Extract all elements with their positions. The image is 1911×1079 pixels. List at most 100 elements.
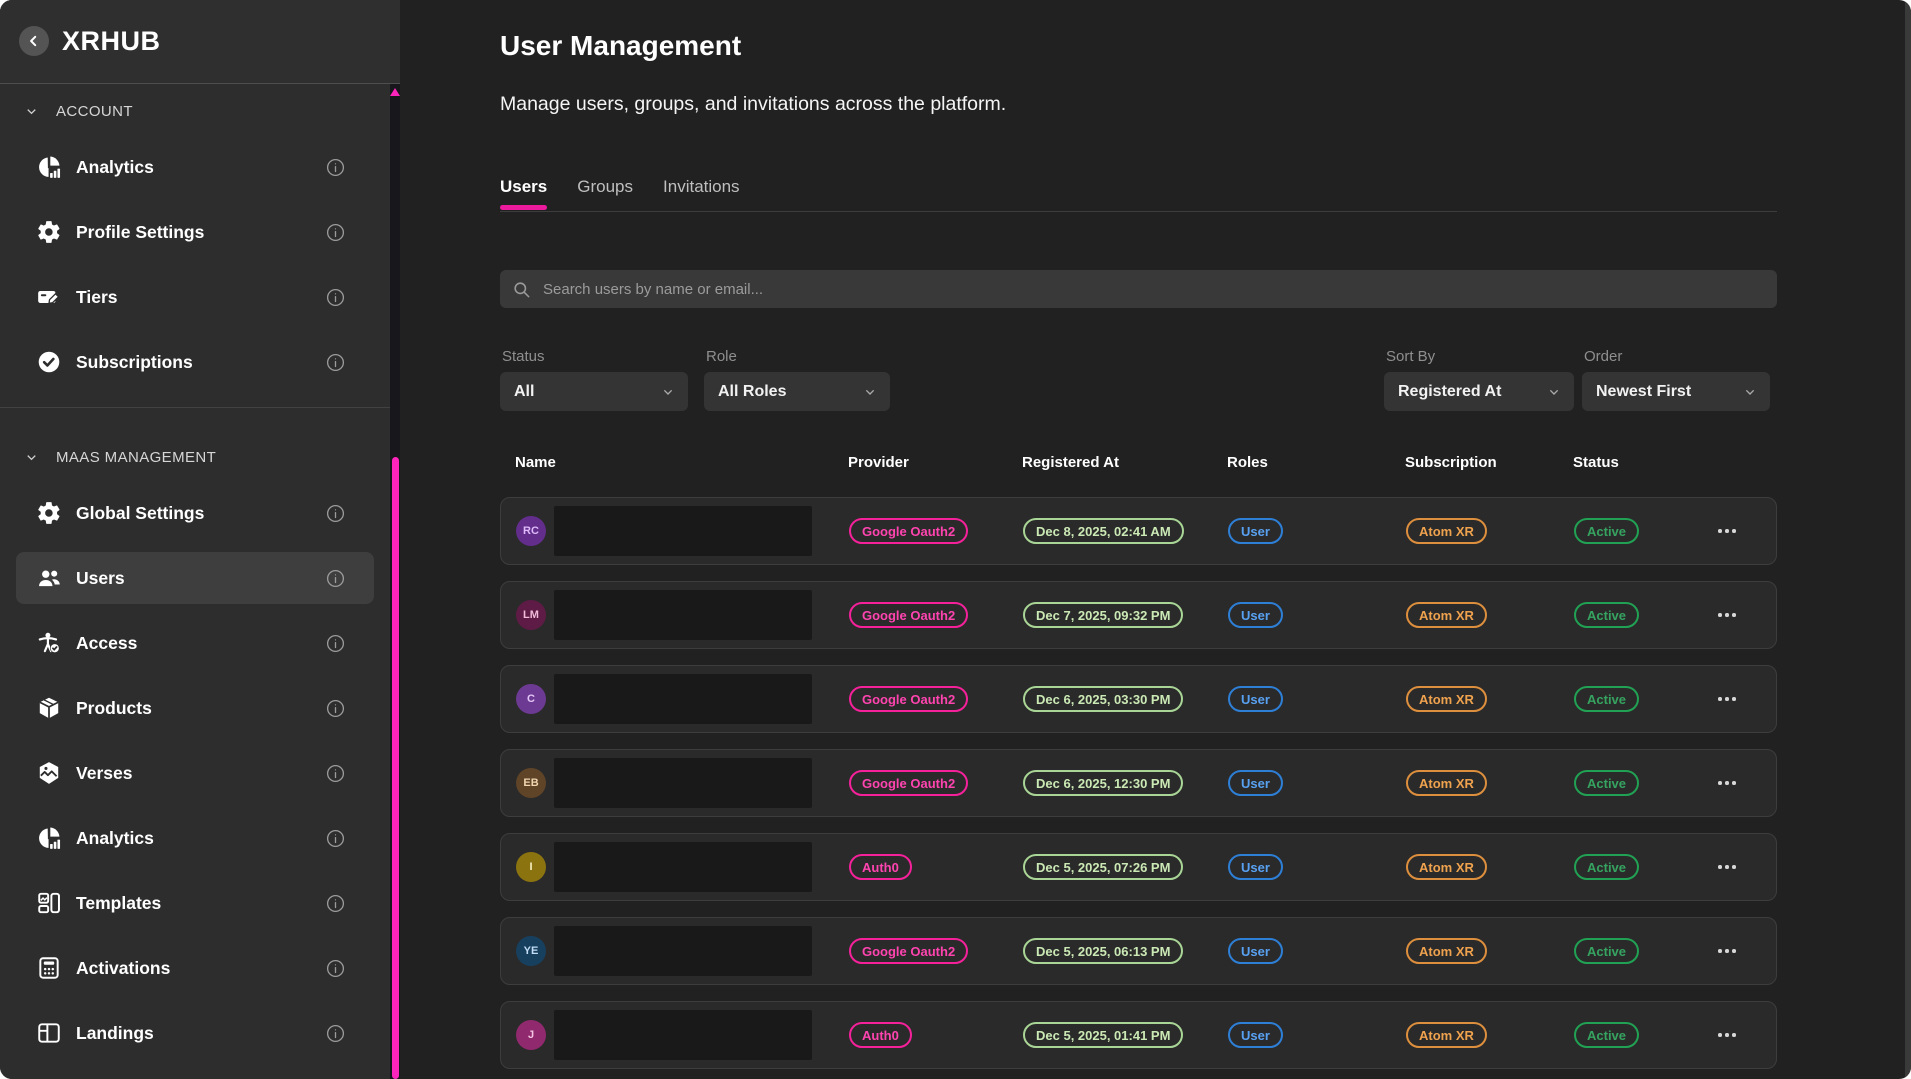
subscription-badge: Atom XR xyxy=(1406,938,1487,964)
chevron-left-icon xyxy=(24,31,44,51)
redacted-name xyxy=(554,590,812,640)
sidebar-nav: ACCOUNT Analytics Profile Settings Tiers… xyxy=(0,85,390,1079)
sidebar-item-access[interactable]: Access xyxy=(16,617,374,669)
main-content: User Management Manage users, groups, an… xyxy=(400,0,1911,1079)
info-icon[interactable] xyxy=(325,893,346,914)
sidebar-header: XRHUB xyxy=(0,0,400,84)
info-icon[interactable] xyxy=(325,763,346,784)
redacted-name xyxy=(554,758,812,808)
avatar: YE xyxy=(516,936,546,966)
column-header: Registered At xyxy=(1022,454,1227,471)
row-actions-button[interactable] xyxy=(1718,1033,1746,1037)
row-actions-button[interactable] xyxy=(1718,697,1746,701)
avatar: I xyxy=(516,852,546,882)
sidebar-item-profile-settings[interactable]: Profile Settings xyxy=(16,206,374,258)
name-cell: EB xyxy=(516,758,849,808)
box-icon xyxy=(36,695,62,721)
sidebar-item-label: Global Settings xyxy=(76,503,204,524)
templates-icon xyxy=(36,890,62,916)
order-value: Newest First xyxy=(1596,383,1691,401)
info-icon[interactable] xyxy=(325,503,346,524)
role-filter-dropdown[interactable]: All Roles xyxy=(704,372,890,411)
page-title: User Management xyxy=(500,30,741,62)
registered-at-badge: Dec 5, 2025, 01:41 PM xyxy=(1023,1022,1183,1048)
row-actions-button[interactable] xyxy=(1718,529,1746,533)
name-cell: YE xyxy=(516,926,849,976)
redacted-name xyxy=(554,674,812,724)
status-badge: Active xyxy=(1574,686,1639,712)
sidebar-item-label: Analytics xyxy=(76,828,154,849)
info-icon[interactable] xyxy=(325,633,346,654)
sidebar-section-label: ACCOUNT xyxy=(56,103,133,120)
sidebar-section-header[interactable]: MAAS MANAGEMENT xyxy=(24,449,390,466)
tab-groups[interactable]: Groups xyxy=(577,176,633,210)
status-badge: Active xyxy=(1574,854,1639,880)
column-header: Status xyxy=(1573,454,1717,471)
sidebar-item-verses[interactable]: Verses xyxy=(16,747,374,799)
card-icon xyxy=(36,284,62,310)
registered-at-badge: Dec 7, 2025, 09:32 PM xyxy=(1023,602,1183,628)
back-button[interactable] xyxy=(19,26,49,56)
sidebar-item-analytics[interactable]: Analytics xyxy=(16,812,374,864)
sidebar-item-label: Activations xyxy=(76,958,170,979)
status-filter-dropdown[interactable]: All xyxy=(500,372,688,411)
table-row[interactable]: YE Google Oauth2 Dec 5, 2025, 06:13 PM U… xyxy=(500,917,1777,985)
sort-by-value: Registered At xyxy=(1398,383,1501,401)
role-filter-label: Role xyxy=(706,348,737,365)
info-icon[interactable] xyxy=(325,698,346,719)
search-input[interactable] xyxy=(541,280,1765,299)
info-icon[interactable] xyxy=(325,352,346,373)
status-badge: Active xyxy=(1574,602,1639,628)
role-badge: User xyxy=(1228,938,1283,964)
sidebar-item-subscriptions[interactable]: Subscriptions xyxy=(16,336,374,388)
sidebar-scrollbar-track[interactable] xyxy=(390,84,400,1079)
redacted-name xyxy=(554,842,812,892)
sidebar-item-templates[interactable]: Templates xyxy=(16,877,374,929)
sort-by-dropdown[interactable]: Registered At xyxy=(1384,372,1574,411)
sidebar-item-activations[interactable]: Activations xyxy=(16,942,374,994)
sidebar-divider xyxy=(0,407,390,408)
status-badge: Active xyxy=(1574,1022,1639,1048)
info-icon[interactable] xyxy=(325,1023,346,1044)
info-icon[interactable] xyxy=(325,157,346,178)
status-badge: Active xyxy=(1574,770,1639,796)
access-icon xyxy=(36,630,62,656)
row-actions-button[interactable] xyxy=(1718,865,1746,869)
sidebar-item-users[interactable]: Users xyxy=(16,552,374,604)
tab-invitations[interactable]: Invitations xyxy=(663,176,740,210)
avatar: EB xyxy=(516,768,546,798)
table-row[interactable]: EB Google Oauth2 Dec 6, 2025, 12:30 PM U… xyxy=(500,749,1777,817)
sidebar-section-label: MAAS MANAGEMENT xyxy=(56,449,216,466)
scroll-up-arrow-icon[interactable] xyxy=(390,88,400,96)
chevron-down-icon xyxy=(24,450,39,465)
sidebar-item-global-settings[interactable]: Global Settings xyxy=(16,487,374,539)
table-row[interactable]: J Auth0 Dec 5, 2025, 01:41 PM User Atom … xyxy=(500,1001,1777,1069)
search-bar xyxy=(500,270,1777,308)
info-icon[interactable] xyxy=(325,958,346,979)
sidebar-item-analytics[interactable]: Analytics xyxy=(16,141,374,193)
sidebar-item-products[interactable]: Products xyxy=(16,682,374,734)
sidebar-scrollbar-thumb[interactable] xyxy=(392,457,399,1079)
sort-by-label: Sort By xyxy=(1386,348,1435,365)
page-scrollbar[interactable] xyxy=(1905,0,1911,1079)
row-actions-button[interactable] xyxy=(1718,613,1746,617)
info-icon[interactable] xyxy=(325,287,346,308)
order-dropdown[interactable]: Newest First xyxy=(1582,372,1770,411)
sidebar-item-tiers[interactable]: Tiers xyxy=(16,271,374,323)
table-row[interactable]: C Google Oauth2 Dec 6, 2025, 03:30 PM Us… xyxy=(500,665,1777,733)
info-icon[interactable] xyxy=(325,568,346,589)
table-row[interactable]: LM Google Oauth2 Dec 7, 2025, 09:32 PM U… xyxy=(500,581,1777,649)
info-icon[interactable] xyxy=(325,222,346,243)
tab-users[interactable]: Users xyxy=(500,176,547,210)
sidebar-item-landings[interactable]: Landings xyxy=(16,1007,374,1059)
column-header: Provider xyxy=(848,454,1022,471)
row-actions-button[interactable] xyxy=(1718,949,1746,953)
avatar: C xyxy=(516,684,546,714)
sidebar-section-header[interactable]: ACCOUNT xyxy=(24,103,390,120)
info-icon[interactable] xyxy=(325,828,346,849)
row-actions-button[interactable] xyxy=(1718,781,1746,785)
table-row[interactable]: RC Google Oauth2 Dec 8, 2025, 02:41 AM U… xyxy=(500,497,1777,565)
role-badge: User xyxy=(1228,686,1283,712)
subscription-badge: Atom XR xyxy=(1406,854,1487,880)
table-row[interactable]: I Auth0 Dec 5, 2025, 07:26 PM User Atom … xyxy=(500,833,1777,901)
